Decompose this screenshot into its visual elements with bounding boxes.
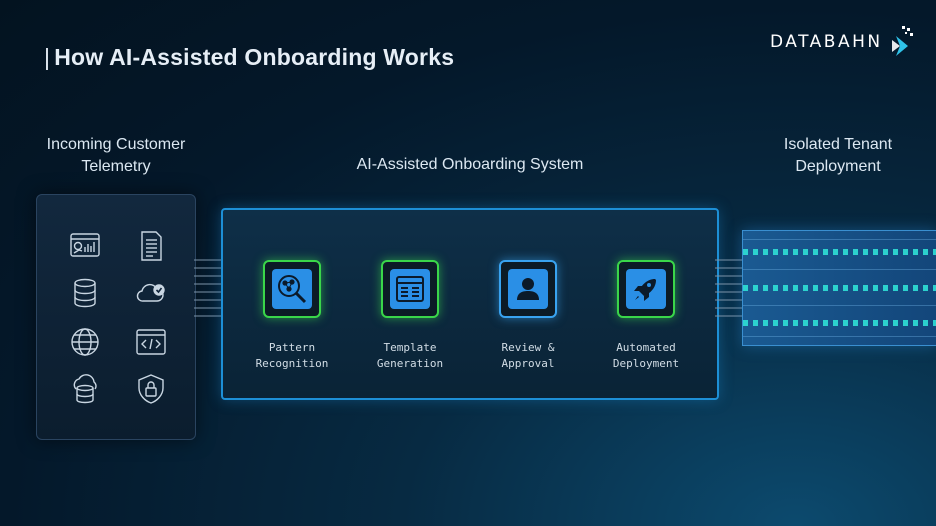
cloud-storage-icon [73,374,97,404]
pattern-recognition-tile [263,260,321,318]
telemetry-sources-panel [36,194,196,440]
onboarding-system-panel: Pattern Recognition Template Generation … [221,208,719,400]
tenant-rule [743,305,936,306]
tenant-deployment-heading-line1: Isolated Tenant [783,136,893,153]
tenant-data-stream [743,285,936,291]
pattern-search-icon [278,275,307,304]
tenant-data-stream [743,249,936,255]
step-label: Review & Approval [501,341,555,370]
template-generation-tile [381,260,439,318]
tenant-data-stream [743,320,936,326]
user-approval-icon [517,278,539,300]
tenant-rule [743,239,936,240]
isolated-tenant-panel [742,230,936,346]
step-label: Pattern Recognition [255,341,329,370]
step-pattern-recognition: Pattern Recognition [242,260,342,372]
logo-wordmark: DATABAHN [770,32,883,52]
cloud-check-icon [136,283,165,302]
incoming-telemetry-heading-line2: Telemetry [81,158,151,175]
review-approval-tile [499,260,557,318]
tenant-rule [743,269,936,270]
globe-icon [71,328,99,356]
step-template-generation: Template Generation [360,260,460,372]
rocket-icon [634,279,656,301]
incoming-telemetry-heading-line1: Incoming Customer [46,136,186,153]
tenant-deployment-heading: Isolated Tenant Deployment [760,134,916,178]
step-label: Template Generation [376,341,444,370]
tenant-rule [743,336,936,337]
databahn-arrow-icon [892,26,913,56]
incoming-telemetry-heading: Incoming Customer Telemetry [30,134,202,178]
step-automated-deployment: Automated Deployment [596,260,696,372]
step-label: Automated Deployment [612,341,680,370]
database-icon [74,278,96,308]
left-connector-lines [194,259,222,317]
dashboard-icon [70,233,100,257]
databahn-logo: DATABAHN [770,24,920,58]
code-window-icon [136,329,166,355]
title-bar-accent: | [44,44,51,70]
step-review-approval: Review & Approval [478,260,578,372]
security-shield-icon [138,374,164,404]
right-connector-lines [715,259,743,317]
page-title-text: How AI-Assisted Onboarding Works [54,44,455,70]
tenant-deployment-heading-line2: Deployment [795,158,881,175]
page-title: | How AI-Assisted Onboarding Works [44,44,454,71]
onboarding-system-heading: AI-Assisted Onboarding System [356,156,584,173]
document-icon [141,231,162,261]
template-table-icon [396,276,424,302]
automated-deployment-tile [617,260,675,318]
